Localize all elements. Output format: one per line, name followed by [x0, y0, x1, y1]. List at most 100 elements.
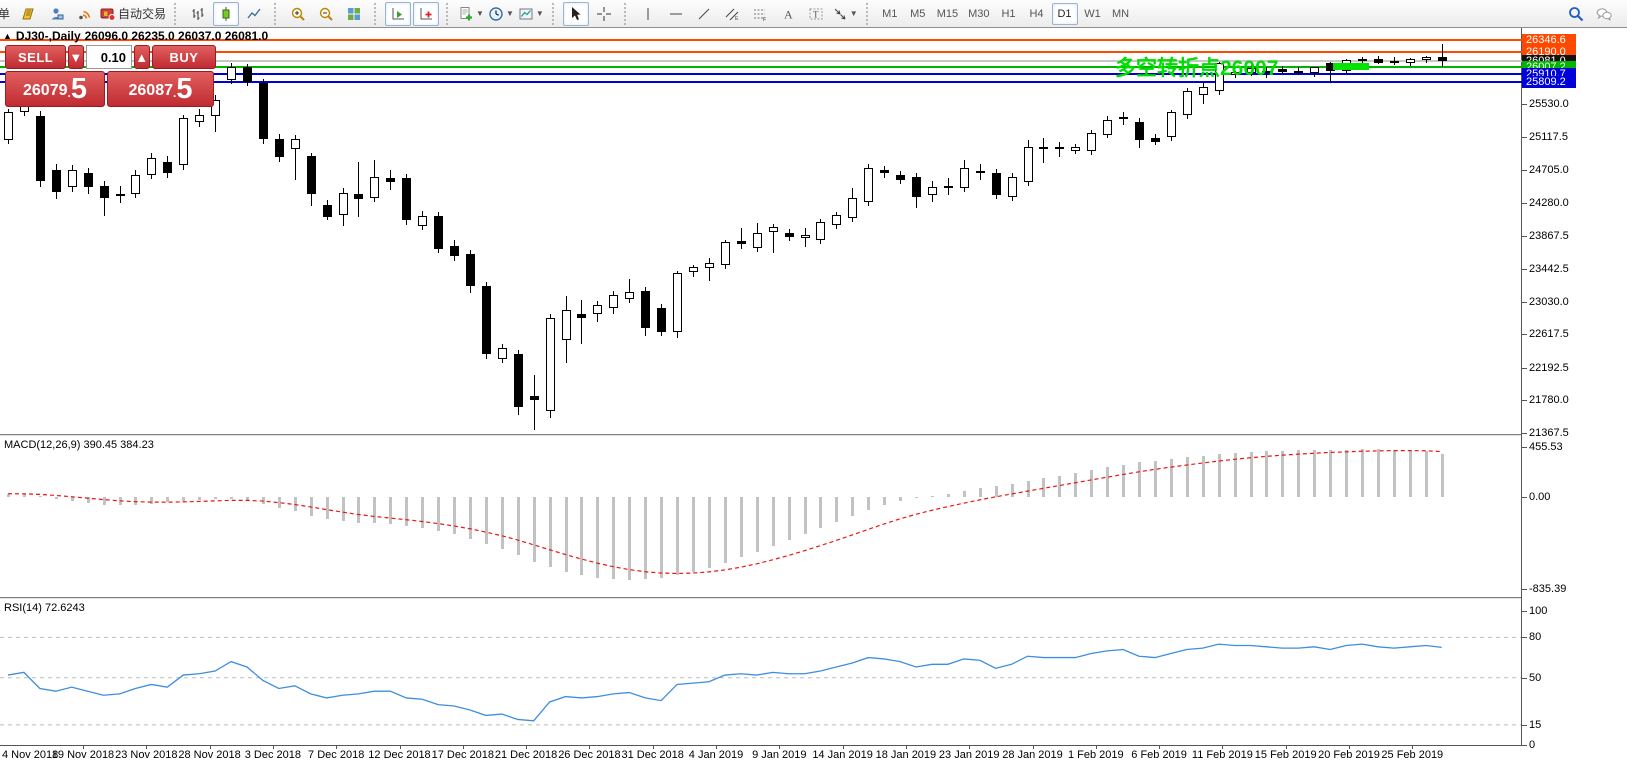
macd-histogram-bar [342, 497, 345, 521]
candle [323, 205, 332, 217]
cursor-icon [568, 6, 584, 22]
macd-histogram-bar [963, 491, 966, 497]
macd-tick-label: -835.39 [1529, 583, 1566, 595]
candle [466, 254, 475, 286]
date-tick [526, 745, 527, 749]
buy-price-button[interactable]: 26087 . 5 [107, 71, 214, 107]
macd-histogram-bar [628, 497, 631, 580]
macd-histogram-bar [1297, 450, 1300, 497]
chevron-down-icon: ▼ [476, 10, 484, 18]
chart-shift-button[interactable] [413, 2, 439, 26]
timeframe-button-m15[interactable]: M15 [933, 3, 962, 25]
new-order-button[interactable]: 单 [0, 2, 13, 26]
zoom-in-button[interactable] [285, 2, 311, 26]
date-tick [1349, 745, 1350, 749]
chat-button[interactable] [1591, 2, 1617, 26]
vertical-line-button[interactable] [635, 2, 661, 26]
candle [816, 222, 825, 240]
macd-histogram-bar [1106, 467, 1109, 497]
horizontal-line-button[interactable] [663, 2, 689, 26]
search-button[interactable] [1563, 2, 1589, 26]
signals-button[interactable] [71, 2, 97, 26]
sell-price-button[interactable]: 26079 . 5 [5, 71, 105, 107]
macd-histogram-bar [1361, 449, 1364, 497]
candle [514, 354, 523, 407]
macd-tick-label: 0.00 [1529, 491, 1550, 503]
timeframe-button-d1[interactable]: D1 [1052, 3, 1078, 25]
crosshair-button[interactable] [591, 2, 617, 26]
macd-histogram-bar [1234, 453, 1237, 497]
text-button[interactable]: A [775, 2, 801, 26]
candle [1294, 71, 1303, 73]
timeframe-button-h4[interactable]: H4 [1024, 3, 1050, 25]
auto-scroll-button[interactable] [385, 2, 411, 26]
candle [1151, 138, 1160, 142]
candlestick-chart-icon [218, 6, 234, 22]
candle [864, 168, 873, 202]
zoom-out-button[interactable] [313, 2, 339, 26]
macd-pane-divider[interactable] [0, 434, 1627, 437]
autotrading-label: 自动交易 [118, 5, 166, 22]
candlestick-chart-button[interactable] [213, 2, 239, 26]
timeframe-button-h1[interactable]: H1 [996, 3, 1022, 25]
candle [769, 227, 778, 232]
price-tick-label: 21367.5 [1529, 427, 1569, 439]
timeframe-button-w1[interactable]: W1 [1080, 3, 1106, 25]
trendline-button[interactable] [691, 2, 717, 26]
date-tick [273, 745, 274, 749]
candle [1024, 147, 1033, 182]
tile-windows-button[interactable] [341, 2, 367, 26]
macd-histogram-bar [278, 497, 281, 508]
buy-button-label: BUY [169, 50, 198, 65]
templates-button[interactable]: ▼ [517, 2, 545, 26]
date-tick [400, 745, 401, 749]
periods-button[interactable]: ▼ [487, 2, 515, 26]
chart-ohlc-values: 26096.0 26235.0 26037.0 26081.0 [85, 29, 269, 43]
text-label-button[interactable]: T [803, 2, 829, 26]
equidistant-channel-button[interactable]: E [719, 2, 745, 26]
time-axis[interactable]: 4 Nov 201819 Nov 201823 Nov 201828 Nov 2… [0, 745, 1522, 773]
plot-layer[interactable] [0, 28, 1522, 773]
chevron-down-icon: ▼ [536, 10, 544, 18]
candle [689, 267, 698, 272]
bar-chart-button[interactable] [185, 2, 211, 26]
volume-up-button[interactable]: ▲ [134, 45, 150, 69]
timeframe-button-m1[interactable]: M1 [877, 3, 903, 25]
price-axis[interactable]: 25530.025117.524705.024280.023867.523442… [1522, 28, 1627, 773]
line-chart-button[interactable] [241, 2, 267, 26]
macd-histogram-bar [1042, 478, 1045, 497]
macd-histogram-bar [804, 497, 807, 534]
candle [1008, 177, 1017, 197]
autotrading-button[interactable]: 自动交易 [99, 2, 167, 26]
price-tick-label: 23030.0 [1529, 296, 1569, 308]
buy-price-pip: 5 [176, 75, 192, 104]
timeframe-button-mn[interactable]: MN [1108, 3, 1134, 25]
arrows-shapes-button[interactable]: ▼ [831, 2, 859, 26]
timeframe-button-m5[interactable]: M5 [905, 3, 931, 25]
toolbar-right-group [1562, 2, 1618, 26]
cursor-button[interactable] [563, 2, 589, 26]
macd-histogram-bar [772, 497, 775, 546]
macd-histogram-bar [103, 497, 106, 505]
navigator-button[interactable] [43, 2, 69, 26]
macd-histogram-bar [1345, 450, 1348, 497]
candle [195, 115, 204, 122]
buy-button[interactable]: BUY [152, 45, 216, 69]
volume-input[interactable] [86, 45, 132, 69]
fibonacci-button[interactable]: F [747, 2, 773, 26]
macd-histogram-bar [182, 497, 185, 501]
candle-wick [741, 228, 742, 249]
sell-button[interactable]: SELL [5, 45, 66, 69]
rsi-pane-divider[interactable] [0, 597, 1627, 600]
volume-down-button[interactable]: ▼ [68, 45, 84, 69]
candle [307, 156, 316, 195]
candle [482, 286, 491, 354]
macd-histogram-bar [1186, 457, 1189, 497]
timeframe-button-m30[interactable]: M30 [964, 3, 993, 25]
indicators-button[interactable]: ▼ [457, 2, 485, 26]
rsi-tick-label: 15 [1529, 719, 1541, 731]
market-watch-button[interactable] [15, 2, 41, 26]
equidistant-channel-icon: E [724, 6, 740, 22]
macd-histogram-bar [533, 497, 536, 562]
macd-histogram-bar [740, 497, 743, 557]
